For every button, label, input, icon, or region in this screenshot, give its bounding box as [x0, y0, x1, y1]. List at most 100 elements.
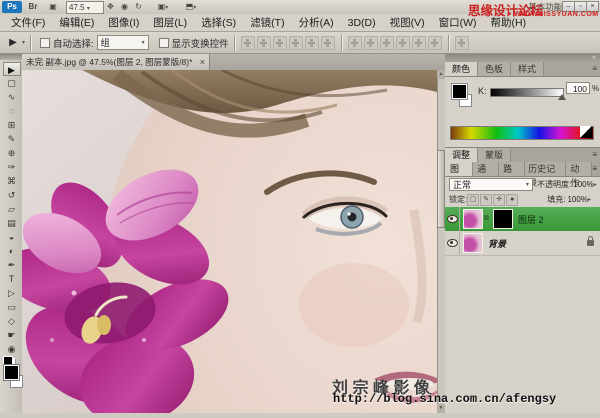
align-right-icon[interactable] — [321, 36, 335, 50]
menu-view[interactable]: 视图(V) — [383, 15, 432, 30]
canvas-vertical-scrollbar[interactable] — [437, 70, 445, 413]
tab-actions[interactable]: 动作 — [566, 162, 592, 176]
eyedropper-tool[interactable]: ✎ — [3, 132, 21, 146]
layer-name[interactable]: 图层 2 — [518, 213, 544, 226]
tab-swatches[interactable]: 色板 — [478, 62, 511, 76]
lock-transparency-icon[interactable]: ▢ — [467, 194, 479, 206]
scrollbar-thumb[interactable] — [437, 150, 445, 228]
document-tab[interactable]: 未完 副本.jpg @ 47.5%(图层 2, 图层蒙版/8)* × — [22, 54, 210, 70]
distribute-horizontal-center-icon[interactable] — [412, 36, 426, 50]
distribute-right-icon[interactable] — [428, 36, 442, 50]
rotate-view-icon[interactable]: ↻ — [132, 1, 145, 13]
tab-adjustments[interactable]: 调整 — [445, 148, 478, 162]
tab-history[interactable]: 历史记录 — [525, 162, 566, 176]
view-extras-icon[interactable]: ▣ — [44, 1, 62, 13]
distribute-left-icon[interactable] — [396, 36, 410, 50]
lock-pixels-icon[interactable]: ✎ — [480, 194, 492, 206]
tab-masks[interactable]: 蒙版 — [478, 148, 511, 162]
visibility-toggle[interactable] — [445, 207, 460, 231]
tab-color[interactable]: 颜色 — [445, 62, 478, 76]
shape-tool[interactable]: ▭ — [3, 300, 21, 314]
auto-select-checkbox[interactable] — [40, 38, 50, 48]
quick-selection-tool[interactable]: ◌ — [3, 104, 21, 118]
tab-paths[interactable]: 路径 — [499, 162, 525, 176]
history-brush-tool[interactable]: ↺ — [3, 188, 21, 202]
opacity-arrow-icon[interactable]: ▸ — [594, 181, 597, 188]
clone-stamp-tool[interactable]: ⌘ — [3, 174, 21, 188]
menu-layer[interactable]: 图层(L) — [146, 15, 194, 30]
mask-link-icon[interactable]: ⧉ — [484, 215, 489, 223]
layer-row-layer2[interactable]: ⧉ 图层 2 — [445, 207, 600, 232]
panel-menu-icon[interactable]: ≡ — [592, 62, 600, 76]
distribute-top-icon[interactable] — [348, 36, 362, 50]
gradient-tool[interactable]: ▤ — [3, 216, 21, 230]
pen-tool[interactable]: ✒ — [3, 258, 21, 272]
path-selection-tool[interactable]: ▷ — [3, 286, 21, 300]
panel-menu-icon[interactable]: ≡ — [592, 162, 600, 176]
screen-mode-icon[interactable]: ⬒▾ — [180, 1, 202, 13]
layer-name[interactable]: 背景 — [488, 237, 506, 250]
scroll-up-icon[interactable]: ▲ — [437, 70, 445, 79]
k-value-input[interactable]: 100 — [566, 82, 590, 94]
lock-position-icon[interactable]: ✛ — [493, 194, 505, 206]
3d-rotate-tool[interactable]: ◇ — [3, 314, 21, 328]
hand-tool[interactable]: ☛ — [3, 328, 21, 342]
align-vertical-center-icon[interactable] — [257, 36, 271, 50]
move-tool[interactable]: ▶ — [3, 62, 21, 76]
zoom-level-input[interactable]: 47.5 ▾ — [66, 1, 104, 14]
healing-brush-tool[interactable]: ⊕ — [3, 146, 21, 160]
auto-align-layers-icon[interactable] — [455, 36, 469, 50]
lock-all-icon[interactable]: ● — [506, 194, 518, 206]
tab-layers[interactable]: 图层 — [445, 162, 473, 176]
distribute-vertical-center-icon[interactable] — [364, 36, 378, 50]
auto-select-dropdown[interactable]: 组 ▾ — [97, 35, 149, 50]
eraser-tool[interactable]: ▱ — [3, 202, 21, 216]
layer-row-background[interactable]: 背景 — [445, 231, 600, 256]
k-slider[interactable] — [490, 88, 564, 97]
tab-styles[interactable]: 样式 — [511, 62, 544, 76]
blend-mode-dropdown[interactable]: 正常 ▾ — [449, 178, 533, 191]
k-slider-handle[interactable] — [558, 94, 566, 100]
fill-arrow-icon[interactable]: ▸ — [588, 196, 591, 203]
layer-thumbnail[interactable] — [463, 233, 483, 253]
zoom-icon[interactable]: ◉ — [118, 1, 131, 13]
visibility-toggle[interactable] — [445, 231, 460, 255]
hand-icon[interactable]: ✥ — [104, 1, 117, 13]
align-top-icon[interactable] — [241, 36, 255, 50]
layer-mask-thumbnail[interactable] — [493, 209, 513, 229]
menu-filter[interactable]: 滤镜(T) — [243, 15, 291, 30]
lasso-tool[interactable]: ∿ — [3, 90, 21, 104]
blur-tool[interactable]: ◒ — [3, 230, 21, 244]
bridge-icon[interactable]: Br — [26, 1, 40, 13]
align-horizontal-center-icon[interactable] — [305, 36, 319, 50]
color-foreground-swatch[interactable] — [452, 84, 467, 99]
type-tool[interactable]: T — [3, 272, 21, 286]
menu-3d[interactable]: 3D(D) — [341, 17, 383, 29]
dodge-tool[interactable]: ◐ — [3, 244, 21, 258]
zoom-tool[interactable]: ◉ — [3, 342, 21, 356]
canvas-image[interactable] — [22, 70, 437, 413]
spectrum-bw-swatch[interactable] — [580, 126, 592, 138]
brush-tool[interactable]: ✑ — [3, 160, 21, 174]
layer-thumbnail[interactable] — [463, 209, 483, 229]
arrange-documents-icon[interactable]: ▣▾ — [152, 1, 174, 13]
crop-tool[interactable]: ⊞ — [3, 118, 21, 132]
color-spectrum-bar[interactable] — [450, 126, 594, 140]
menu-image[interactable]: 图像(I) — [101, 15, 146, 30]
opacity-value[interactable]: 100% — [573, 180, 593, 189]
show-transform-checkbox[interactable] — [159, 38, 169, 48]
distribute-bottom-icon[interactable] — [380, 36, 394, 50]
toolbox-grip[interactable] — [0, 54, 22, 60]
tab-channels[interactable]: 通道 — [473, 162, 499, 176]
fill-value[interactable]: 100% — [567, 195, 587, 204]
menu-edit[interactable]: 编辑(E) — [52, 15, 101, 30]
foreground-color-swatch[interactable] — [4, 365, 19, 380]
menu-file[interactable]: 文件(F) — [4, 15, 52, 30]
align-bottom-icon[interactable] — [273, 36, 287, 50]
tab-close-icon[interactable]: × — [200, 57, 205, 67]
align-left-icon[interactable] — [289, 36, 303, 50]
menu-select[interactable]: 选择(S) — [194, 15, 243, 30]
menu-analysis[interactable]: 分析(A) — [292, 15, 341, 30]
panel-menu-icon[interactable]: ≡ — [592, 148, 600, 162]
marquee-tool[interactable]: ▢ — [3, 76, 21, 90]
